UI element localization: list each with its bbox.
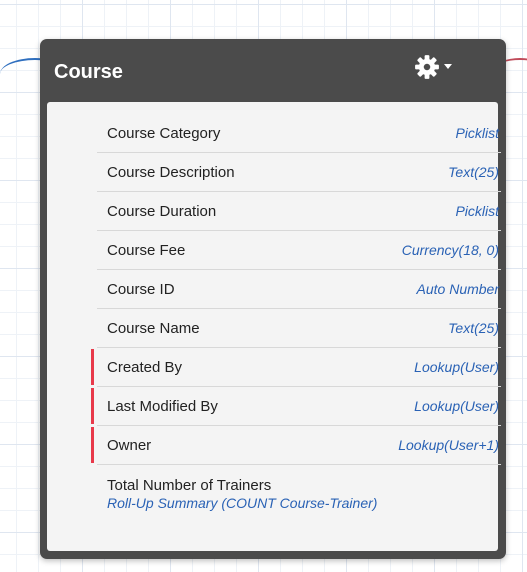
object-card[interactable]: Course Course Category Picklist Course D… bbox=[40, 39, 506, 559]
field-row-owner[interactable]: Owner Lookup(User+1) bbox=[91, 426, 501, 465]
field-row-total-number-of-trainers[interactable]: Total Number of Trainers Roll-Up Summary… bbox=[97, 465, 501, 523]
field-type: Lookup(User+1) bbox=[398, 437, 499, 453]
field-row-course-duration[interactable]: Course Duration Picklist bbox=[97, 192, 501, 231]
card-header[interactable]: Course bbox=[40, 39, 506, 101]
field-name: Course Category bbox=[107, 125, 221, 142]
field-row-last-modified-by[interactable]: Last Modified By Lookup(User) bbox=[91, 387, 501, 426]
field-row-course-fee[interactable]: Course Fee Currency(18, 0) bbox=[97, 231, 501, 270]
field-name: Course ID bbox=[107, 281, 175, 298]
field-type: Auto Number bbox=[416, 281, 499, 297]
field-row-created-by[interactable]: Created By Lookup(User) bbox=[91, 348, 501, 387]
object-title: Course bbox=[54, 61, 123, 83]
field-row-course-category[interactable]: Course Category Picklist bbox=[97, 114, 501, 153]
field-name: Created By bbox=[107, 359, 183, 376]
gear-icon bbox=[415, 55, 439, 79]
field-type: Currency(18, 0) bbox=[401, 242, 499, 258]
field-list: Course Category Picklist Course Descript… bbox=[91, 114, 501, 523]
field-list-panel: Course Category Picklist Course Descript… bbox=[47, 102, 501, 551]
field-type: Text(25) bbox=[448, 164, 499, 180]
field-name: Last Modified By bbox=[107, 398, 218, 415]
field-name: Owner bbox=[107, 437, 152, 454]
field-type: Roll-Up Summary (COUNT Course-Trainer) bbox=[107, 495, 378, 511]
field-name: Course Duration bbox=[107, 203, 217, 220]
field-name: Course Description bbox=[107, 164, 235, 181]
field-row-course-id[interactable]: Course ID Auto Number bbox=[97, 270, 501, 309]
field-type: Picklist bbox=[455, 203, 499, 219]
field-type: Picklist bbox=[455, 125, 499, 141]
chevron-down-icon bbox=[444, 64, 452, 69]
field-row-course-description[interactable]: Course Description Text(25) bbox=[97, 153, 501, 192]
field-name: Course Fee bbox=[107, 242, 186, 259]
field-type: Text(25) bbox=[448, 320, 499, 336]
field-name: Course Name bbox=[107, 320, 200, 337]
field-type: Lookup(User) bbox=[414, 359, 499, 375]
field-name: Total Number of Trainers bbox=[107, 477, 272, 494]
field-type: Lookup(User) bbox=[414, 398, 499, 414]
field-row-course-name[interactable]: Course Name Text(25) bbox=[97, 309, 501, 348]
object-settings-button[interactable] bbox=[412, 52, 472, 82]
